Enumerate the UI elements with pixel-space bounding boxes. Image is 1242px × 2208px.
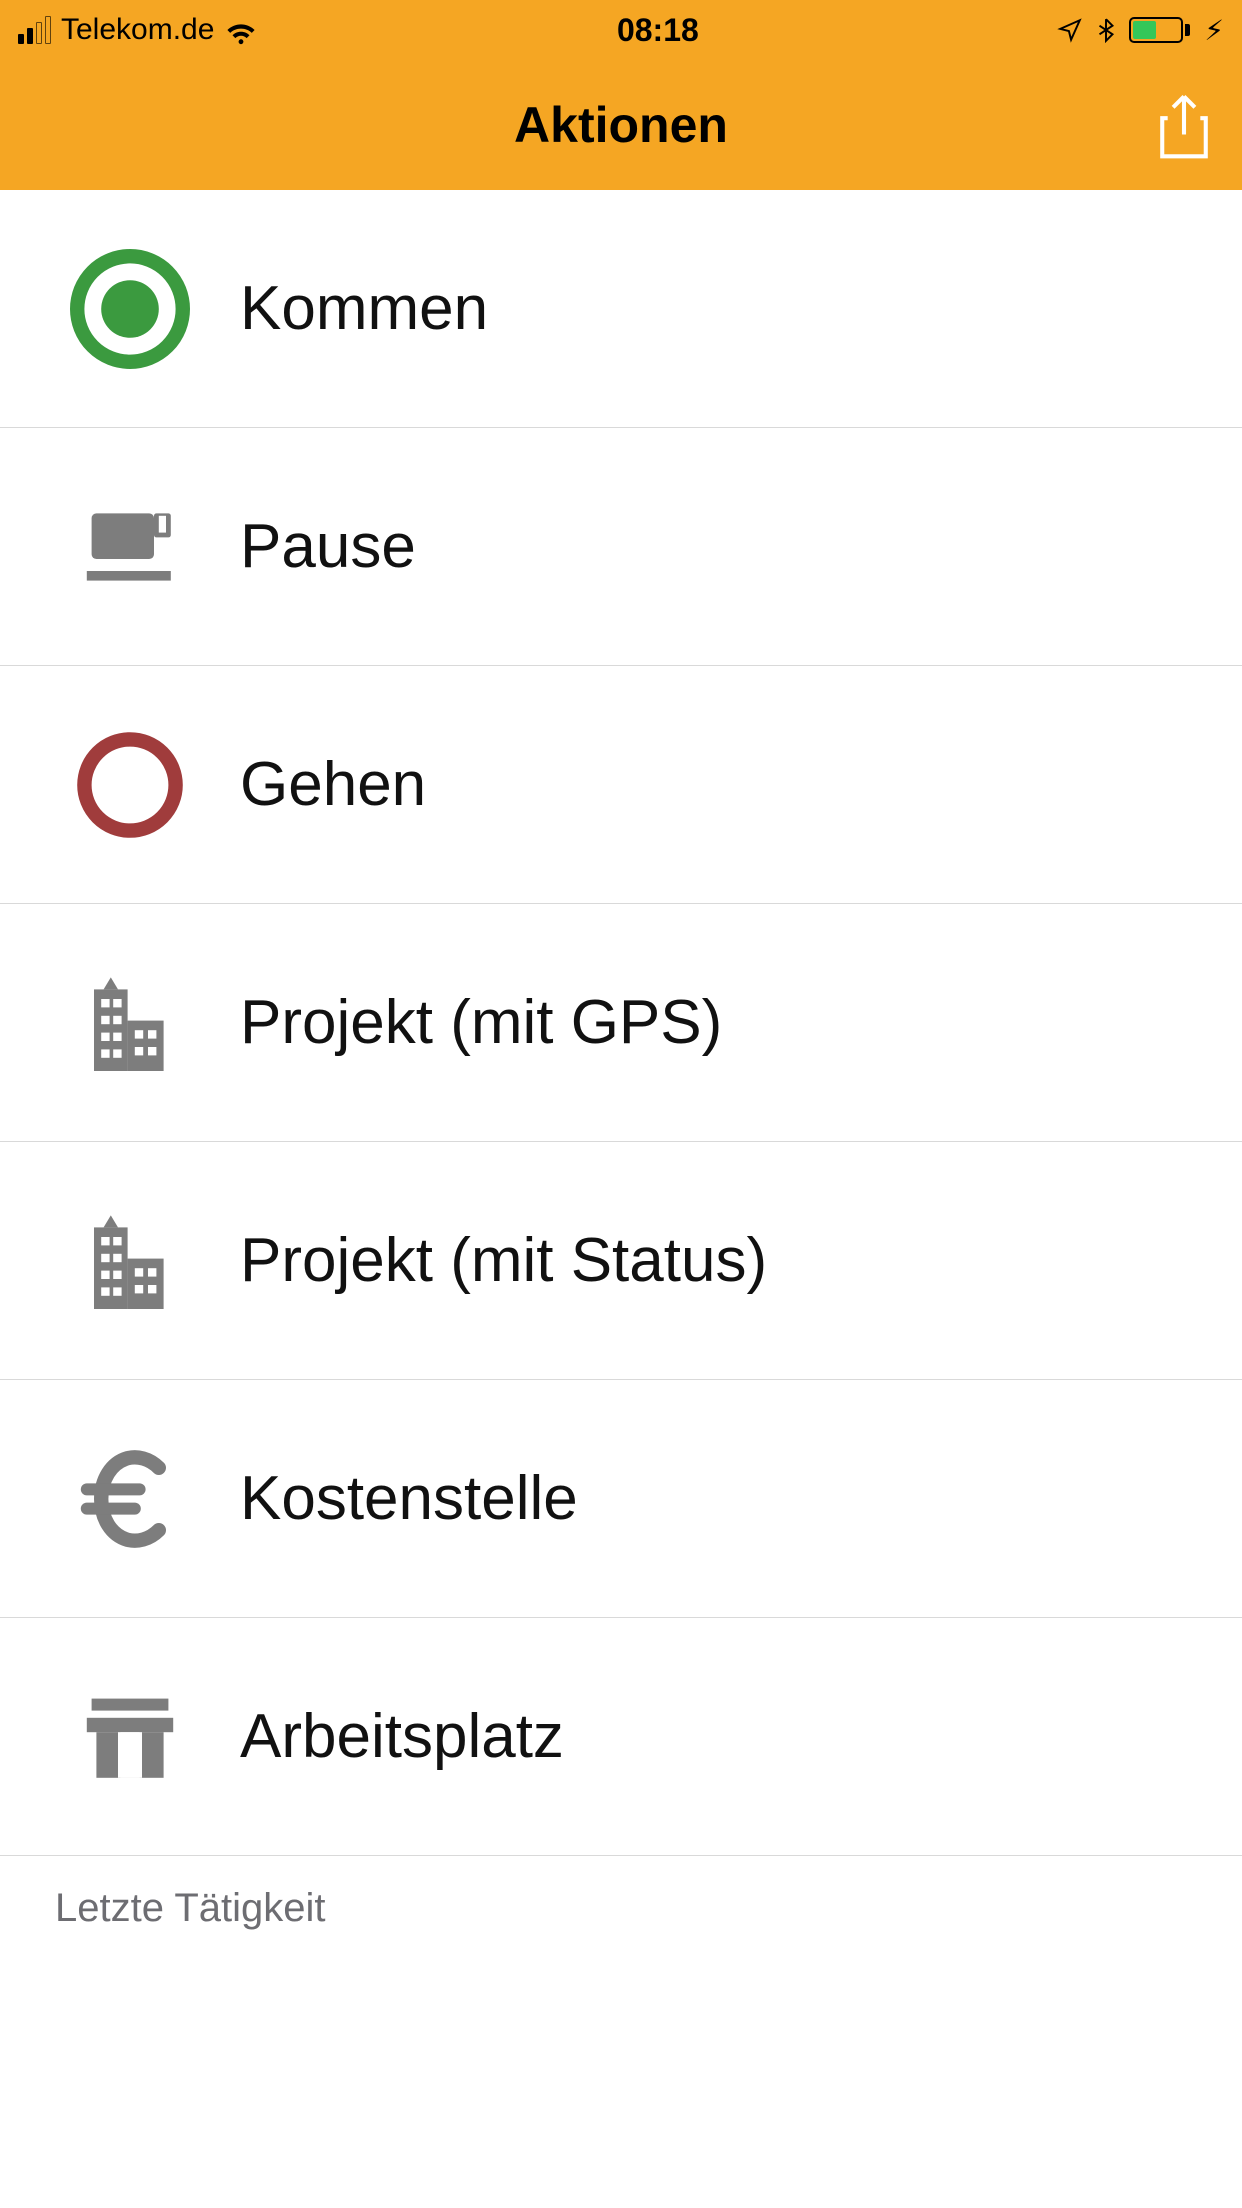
carrier-label: Telekom.de	[61, 13, 214, 47]
action-label: Arbeitsplatz	[240, 1701, 564, 1772]
action-label: Kostenstelle	[240, 1463, 578, 1534]
share-button[interactable]	[1156, 91, 1212, 159]
status-right: ⚡︎	[1057, 14, 1224, 47]
pause-icon	[70, 487, 240, 607]
action-label: Pause	[240, 511, 416, 582]
nav-bar: Aktionen	[0, 60, 1242, 190]
gehen-icon	[70, 725, 240, 845]
action-label: Projekt (mit Status)	[240, 1225, 767, 1296]
euro-icon	[70, 1439, 240, 1559]
location-arrow-icon	[1057, 17, 1083, 43]
status-left: Telekom.de	[18, 13, 258, 47]
status-time: 08:18	[258, 12, 1057, 49]
action-label: Projekt (mit GPS)	[240, 987, 722, 1058]
bluetooth-icon	[1093, 17, 1119, 43]
section-header-last-activity: Letzte Tätigkeit	[0, 1856, 1242, 1961]
charging-icon: ⚡︎	[1204, 14, 1224, 47]
building-icon	[70, 1201, 240, 1321]
kommen-icon	[70, 249, 240, 369]
workplace-icon	[70, 1677, 240, 1797]
action-projekt-gps[interactable]: Projekt (mit GPS)	[0, 904, 1242, 1142]
battery-icon	[1129, 17, 1190, 43]
action-gehen[interactable]: Gehen	[0, 666, 1242, 904]
actions-list: Kommen Pause Gehen	[0, 190, 1242, 1856]
building-icon	[70, 963, 240, 1083]
wifi-icon	[224, 13, 258, 47]
action-label: Gehen	[240, 749, 426, 820]
action-kommen[interactable]: Kommen	[0, 190, 1242, 428]
signal-strength-icon	[18, 16, 51, 44]
page-title: Aktionen	[514, 96, 728, 154]
action-arbeitsplatz[interactable]: Arbeitsplatz	[0, 1618, 1242, 1856]
action-kostenstelle[interactable]: Kostenstelle	[0, 1380, 1242, 1618]
action-label: Kommen	[240, 273, 488, 344]
action-projekt-status[interactable]: Projekt (mit Status)	[0, 1142, 1242, 1380]
action-pause[interactable]: Pause	[0, 428, 1242, 666]
status-bar: Telekom.de 08:18 ⚡︎	[0, 0, 1242, 60]
